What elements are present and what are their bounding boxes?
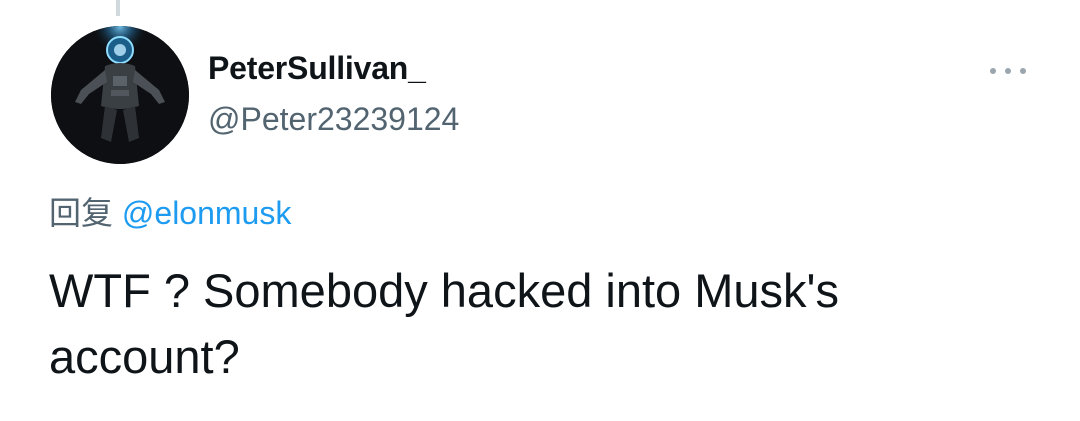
more-horizontal-icon[interactable] (990, 66, 1026, 76)
reply-context: 回复 @elonmusk (49, 188, 291, 234)
user-handle[interactable]: @Peter23239124 (208, 101, 459, 138)
display-name[interactable]: PeterSullivan_ (208, 50, 426, 87)
astronaut-avatar-image (51, 26, 189, 164)
reply-mention-link[interactable]: @elonmusk (122, 195, 291, 231)
dot (990, 68, 996, 74)
dot (1005, 68, 1011, 74)
tweet-text: WTF ? Somebody hacked into Musk's accoun… (49, 264, 840, 383)
reply-prefix: 回复 (49, 195, 114, 231)
thread-connector-line (116, 0, 120, 16)
avatar[interactable] (51, 26, 189, 164)
dot (1020, 68, 1026, 74)
